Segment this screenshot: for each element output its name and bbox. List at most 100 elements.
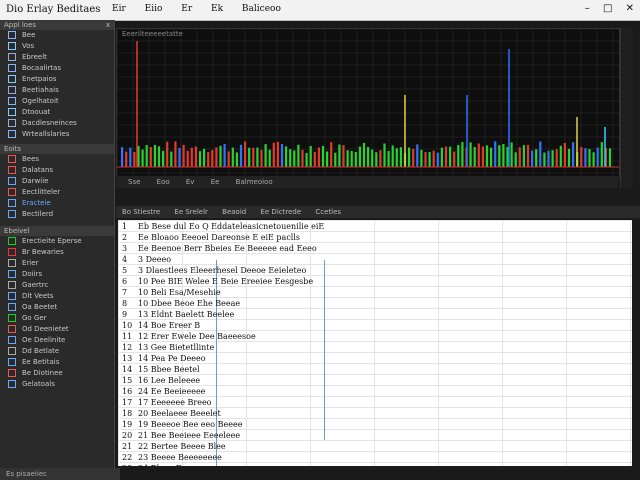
files-item[interactable]: Bees <box>0 154 114 165</box>
layers-item[interactable]: Gaertrc <box>0 280 114 291</box>
table-row[interactable]: 18 20 Beelaeee Beeelet <box>118 408 632 419</box>
layers-item[interactable]: Be Diotinee <box>0 368 114 379</box>
plot-tool-4[interactable]: Ee <box>211 178 220 186</box>
table-row[interactable]: 8 10 Dbee Beoe Ehe Beeae <box>118 298 632 309</box>
files-item[interactable]: Darwiie <box>0 176 114 187</box>
layers-item[interactable]: Br Bewaries <box>0 247 114 258</box>
plot-bar <box>346 150 349 167</box>
files-item[interactable]: Eectlitteler <box>0 187 114 198</box>
data-sheet[interactable]: 1 Eb Bese dul Eo Q Eddateleasicnetouenili… <box>118 220 632 466</box>
table-row[interactable]: 16 24 Ee Beeieeeee <box>118 386 632 397</box>
table-tool-1[interactable]: Bo Stiestre <box>122 208 160 216</box>
table-tool-2[interactable]: Ee Srelelr <box>174 208 208 216</box>
plot-bar <box>608 148 612 167</box>
explorer-title: Appl loes <box>4 21 37 29</box>
close-button[interactable]: ✕ <box>626 3 634 14</box>
table-row[interactable]: 3 Ee Beenoe Berr Bbeies Ee Beeeee ead Eee… <box>118 243 632 254</box>
explorer-item[interactable]: Beetiahais <box>0 85 114 96</box>
table-tool-4[interactable]: Ee Dictrede <box>260 208 301 216</box>
plot-bar <box>141 149 144 167</box>
menu-item-tools[interactable]: Ek <box>211 4 223 14</box>
row-text: 10 Dbee Beoe Ehe Beeae <box>138 299 241 308</box>
table-row[interactable]: 13 14 Pea Pe Deeeo <box>118 353 632 364</box>
table-row[interactable]: 9 13 Eldnt Baelett Beelee <box>118 309 632 320</box>
plot-bar <box>285 146 288 167</box>
table-row[interactable]: 1 Eb Bese dul Eo Q Eddateleasicnetouenili… <box>118 221 632 232</box>
explorer-item[interactable]: Wrteallslaries <box>0 129 114 140</box>
explorer-item[interactable]: Dacdlesneinces <box>0 118 114 129</box>
table-row[interactable]: 22 23 Beeee Beeeeeeee <box>118 452 632 463</box>
table-row[interactable]: 11 12 Erer Ewele Dee Baeeesoe <box>118 331 632 342</box>
explorer-item[interactable]: Ebreelt <box>0 52 114 63</box>
files-item[interactable]: Bectilerd <box>0 209 114 220</box>
layers-item[interactable]: Dlt Veets <box>0 291 114 302</box>
explorer-item[interactable]: Vos <box>0 41 114 52</box>
table-row[interactable]: 12 13 Gee Bietetllinte <box>118 342 632 353</box>
explorer-item[interactable]: Enetpaios <box>0 74 114 85</box>
plot-bar <box>473 147 476 167</box>
table-row[interactable]: 20 21 Bee Beeieee Eeeeleee <box>118 430 632 441</box>
plot-bar <box>399 147 402 167</box>
table-tool-5[interactable]: Ccetles <box>315 208 341 216</box>
menu-item-edit[interactable]: Eiio <box>145 4 163 14</box>
plot-bar <box>522 145 525 167</box>
explorer-item[interactable]: Bocaalirtas <box>0 63 114 74</box>
table-row[interactable]: 4 3 Deeeo <box>118 254 632 265</box>
plot-bar <box>178 147 181 167</box>
table-row[interactable]: 2324 Bleee Eeeee <box>118 463 632 466</box>
file-icon <box>8 325 16 333</box>
explorer-item[interactable]: Ogelhatoit <box>0 96 114 107</box>
layers-item[interactable]: Go Ger <box>0 313 114 324</box>
menu-item-help[interactable]: Baliceoo <box>242 4 281 14</box>
layers-item[interactable]: Dd Betlate <box>0 346 114 357</box>
files-item[interactable]: Eracteie <box>0 198 114 209</box>
plot-scrollbar[interactable] <box>620 28 633 188</box>
plot-bar <box>350 150 353 167</box>
table-row[interactable]: 19 19 Beeeoe Bee eeo Beeee <box>118 419 632 430</box>
plot-bar <box>244 141 247 167</box>
plot-bar <box>531 150 534 167</box>
explorer-item[interactable]: Bee <box>0 30 114 41</box>
explorer-item-label: Wrteallslaries <box>22 130 70 138</box>
table-row[interactable]: 10 14 Boe Ereer B <box>118 320 632 331</box>
table-row[interactable]: 14 15 Bbee Beetel <box>118 364 632 375</box>
table-row[interactable]: 21 22 Bertee Beeee Blee <box>118 441 632 452</box>
table-row[interactable]: 6 10 Pee BIE Welee E Beie Ereeiee Eesgesb… <box>118 276 632 287</box>
table-row[interactable]: 2 Ee Bloaoo Eeeoel Dareonse E eiE paclls <box>118 232 632 243</box>
plot-bar <box>272 142 275 167</box>
plot-bar <box>518 147 521 167</box>
plot-bar <box>477 143 480 167</box>
table-row[interactable]: 5 3 Dlaestlees Eleeerhesel Deeoe Eeielete… <box>118 265 632 276</box>
layers-item[interactable]: Oe Deelinite <box>0 335 114 346</box>
table-tool-3[interactable]: Beaoid <box>222 208 246 216</box>
row-number: 15 <box>122 376 133 385</box>
layers-item[interactable]: Oa Beetet <box>0 302 114 313</box>
files-item[interactable]: Dalatans <box>0 165 114 176</box>
explorer-close-icon[interactable]: x <box>106 20 110 30</box>
menu-item-view[interactable]: Er <box>181 4 192 14</box>
plot-bar <box>379 150 382 167</box>
table-row[interactable]: 7 10 Beli Esa/Mesehie <box>118 287 632 298</box>
explorer-item-label: Ogelhatoit <box>22 97 59 105</box>
explorer-item[interactable]: Dtoouat <box>0 107 114 118</box>
minimize-button[interactable]: – <box>585 3 590 14</box>
plot-tool-5[interactable]: Balmeoioo <box>236 178 273 186</box>
layers-item[interactable]: Ee Betitais <box>0 357 114 368</box>
layers-item[interactable]: Doiirs <box>0 269 114 280</box>
layers-item[interactable]: Erier <box>0 258 114 269</box>
signal-plot[interactable] <box>116 28 620 178</box>
layers-item-label: Oe Deelinite <box>22 336 66 344</box>
table-row[interactable]: 17 17 Eeeeeee Breeo <box>118 397 632 408</box>
table-row[interactable]: 15 16 Lee Beleeee <box>118 375 632 386</box>
layers-item[interactable]: Gelatoals <box>0 379 114 390</box>
menu-item-file[interactable]: Eir <box>112 4 126 14</box>
plot-tool-2[interactable]: Eoo <box>157 178 170 186</box>
layers-item[interactable]: Od Deenietet <box>0 324 114 335</box>
plot-tool-1[interactable]: Sse <box>128 178 140 186</box>
maximize-button[interactable]: □ <box>603 3 612 14</box>
row-text: 3 Dlaestlees Eleeerhesel Deeoe Eeieleteo <box>138 266 307 275</box>
plot-tool-3[interactable]: Ev <box>186 178 195 186</box>
layers-item[interactable]: Erectieite Eperse <box>0 236 114 247</box>
plot-bar <box>432 150 435 167</box>
plot-bar <box>453 151 456 167</box>
